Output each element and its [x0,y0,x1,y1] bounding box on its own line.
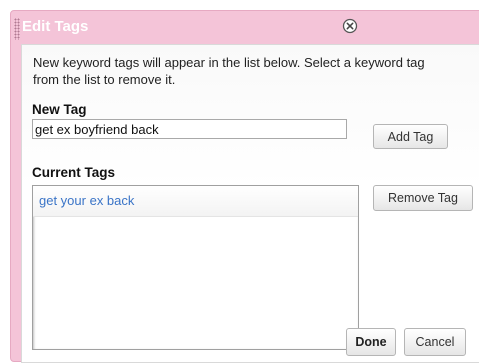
instructions-text: New keyword tags will appear in the list… [33,55,425,87]
cancel-button[interactable]: Cancel [404,328,466,356]
dialog-title: Edit Tags [22,18,89,35]
new-tag-input[interactable] [32,119,347,139]
current-tags-label: Current Tags [32,165,116,180]
dialog-content: New keyword tags will appear in the list… [21,44,479,363]
done-button[interactable]: Done [346,328,396,356]
drag-grip-icon[interactable] [14,18,20,40]
close-icon[interactable] [342,18,358,34]
list-item[interactable]: get your ex back [33,186,358,217]
new-tag-label: New Tag [32,102,87,117]
remove-tag-button[interactable]: Remove Tag [373,185,473,211]
current-tags-list[interactable]: get your ex back [32,185,359,350]
add-tag-button[interactable]: Add Tag [373,124,448,149]
edit-tags-dialog: Edit Tags New keyword tags will appear i… [10,10,479,363]
